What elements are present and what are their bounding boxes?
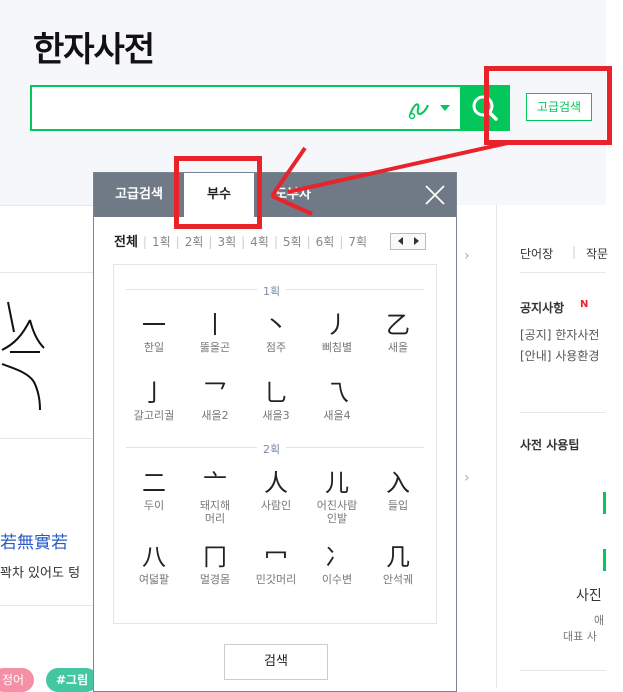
divider: [0, 205, 93, 206]
stroke-filter: 전체 | 1획 | 2획 | 3획 | 4획 | 5획 | 6획 | 7획: [114, 235, 368, 250]
radical-item[interactable]: 儿 어진사람인발: [307, 467, 367, 525]
divider: [0, 605, 93, 606]
divider: [496, 205, 497, 688]
radical-popup: 고급검색 부수 도부자 전체 | 1획 | 2획 | 3획 | 4획 | 5획 | 6획 | 7획 1획 一…: [93, 172, 457, 692]
divider: [520, 272, 606, 273]
popup-header: 고급검색 부수 도부자: [94, 173, 456, 217]
radical-item[interactable]: 亠 돼지해머리: [185, 467, 245, 525]
radical-item[interactable]: 丶 점주: [246, 309, 306, 354]
tab-writing[interactable]: 작문: [586, 245, 608, 262]
radical-item[interactable]: 冖 민갓머리: [246, 541, 306, 586]
divider: [520, 670, 606, 671]
stroke-4[interactable]: 4획: [250, 235, 269, 249]
radical-grid: 1획 一 한일 丨 뚫을곤 丶 점주 丿 삐침별 乙 새을 亅 갈고리궐 乛 새을2 乚 새을3…: [113, 264, 437, 624]
radical-item[interactable]: 丿 삐침별: [307, 309, 367, 354]
tips-title: 사전 사용팁: [520, 438, 580, 452]
chevron-right-icon[interactable]: ›: [464, 470, 470, 486]
stroke-7[interactable]: 7획: [348, 235, 367, 249]
radical-item[interactable]: 冫 이수변: [307, 541, 367, 586]
radical-item[interactable]: 乚 새을3: [246, 377, 306, 422]
notice-link[interactable]: [안내] 사용환경: [520, 347, 599, 364]
radical-item[interactable]: 一 한일: [124, 309, 184, 354]
stroke-2[interactable]: 2획: [185, 235, 204, 249]
prev-icon[interactable]: [398, 237, 403, 245]
handwriting-icon[interactable]: [406, 97, 432, 121]
group-header: 1획: [126, 283, 424, 299]
popup-search-button[interactable]: 검색: [224, 644, 328, 680]
tag[interactable]: #그림: [46, 668, 99, 692]
new-badge: N: [580, 299, 589, 310]
notice-title: 공지사항: [520, 301, 565, 315]
radical-item[interactable]: 乛 새을2: [185, 377, 245, 422]
divider: [0, 272, 93, 273]
stroke-6[interactable]: 6획: [316, 235, 335, 249]
stroke-3[interactable]: 3획: [217, 235, 236, 249]
radical-item[interactable]: 八 여덟팔: [124, 541, 184, 586]
divider: [0, 438, 93, 439]
tip-text: 애: [594, 614, 605, 627]
radical-item[interactable]: 亅 갈고리궐: [124, 377, 184, 422]
radical-item[interactable]: 入 들입: [368, 467, 428, 512]
annotation-box: [484, 66, 612, 145]
page-title: 한자사전: [33, 30, 155, 70]
accent-bar: [603, 549, 606, 571]
chevron-down-icon[interactable]: [440, 105, 450, 111]
stroke-5[interactable]: 5획: [283, 235, 302, 249]
calligraphy-image: [1, 301, 45, 411]
accent-bar: [603, 492, 606, 514]
radical-item[interactable]: 丨 뚫을곤: [185, 309, 245, 354]
divider: |: [572, 245, 577, 259]
radical-item[interactable]: 乙 새을: [368, 309, 428, 354]
radical-item[interactable]: 冂 멀경몸: [185, 541, 245, 586]
annotation-box: [174, 156, 262, 229]
group-header: 2획: [126, 441, 424, 457]
stroke-pager: [390, 233, 426, 250]
close-icon[interactable]: [425, 185, 445, 205]
divider: [520, 412, 606, 413]
tag[interactable]: 정어: [0, 668, 35, 692]
chevron-right-icon[interactable]: ›: [464, 248, 470, 264]
radical-item[interactable]: 几 안석궤: [368, 541, 428, 586]
search-input[interactable]: [40, 93, 404, 125]
phrase-link[interactable]: 若無實若: [0, 528, 68, 553]
stroke-1[interactable]: 1획: [152, 235, 171, 249]
tip-text: 대표 사: [563, 630, 597, 643]
notice-link[interactable]: [공지] 한자사전: [520, 326, 599, 343]
tip-text: 사진: [576, 588, 602, 604]
phrase-meaning: 꽉차 있어도 텅: [0, 566, 81, 581]
search-bar: [30, 85, 510, 131]
next-icon[interactable]: [414, 237, 419, 245]
radical-item[interactable]: 二 두이: [124, 467, 184, 512]
tab-advanced-search[interactable]: 고급검색: [94, 173, 184, 217]
tab-third[interactable]: 도부자: [258, 173, 328, 217]
radical-item[interactable]: 人 사람인: [246, 467, 306, 512]
stroke-all[interactable]: 전체: [114, 235, 138, 250]
tab-wordbook[interactable]: 단어장: [520, 245, 553, 262]
radical-item[interactable]: 乁 새을4: [307, 377, 367, 422]
